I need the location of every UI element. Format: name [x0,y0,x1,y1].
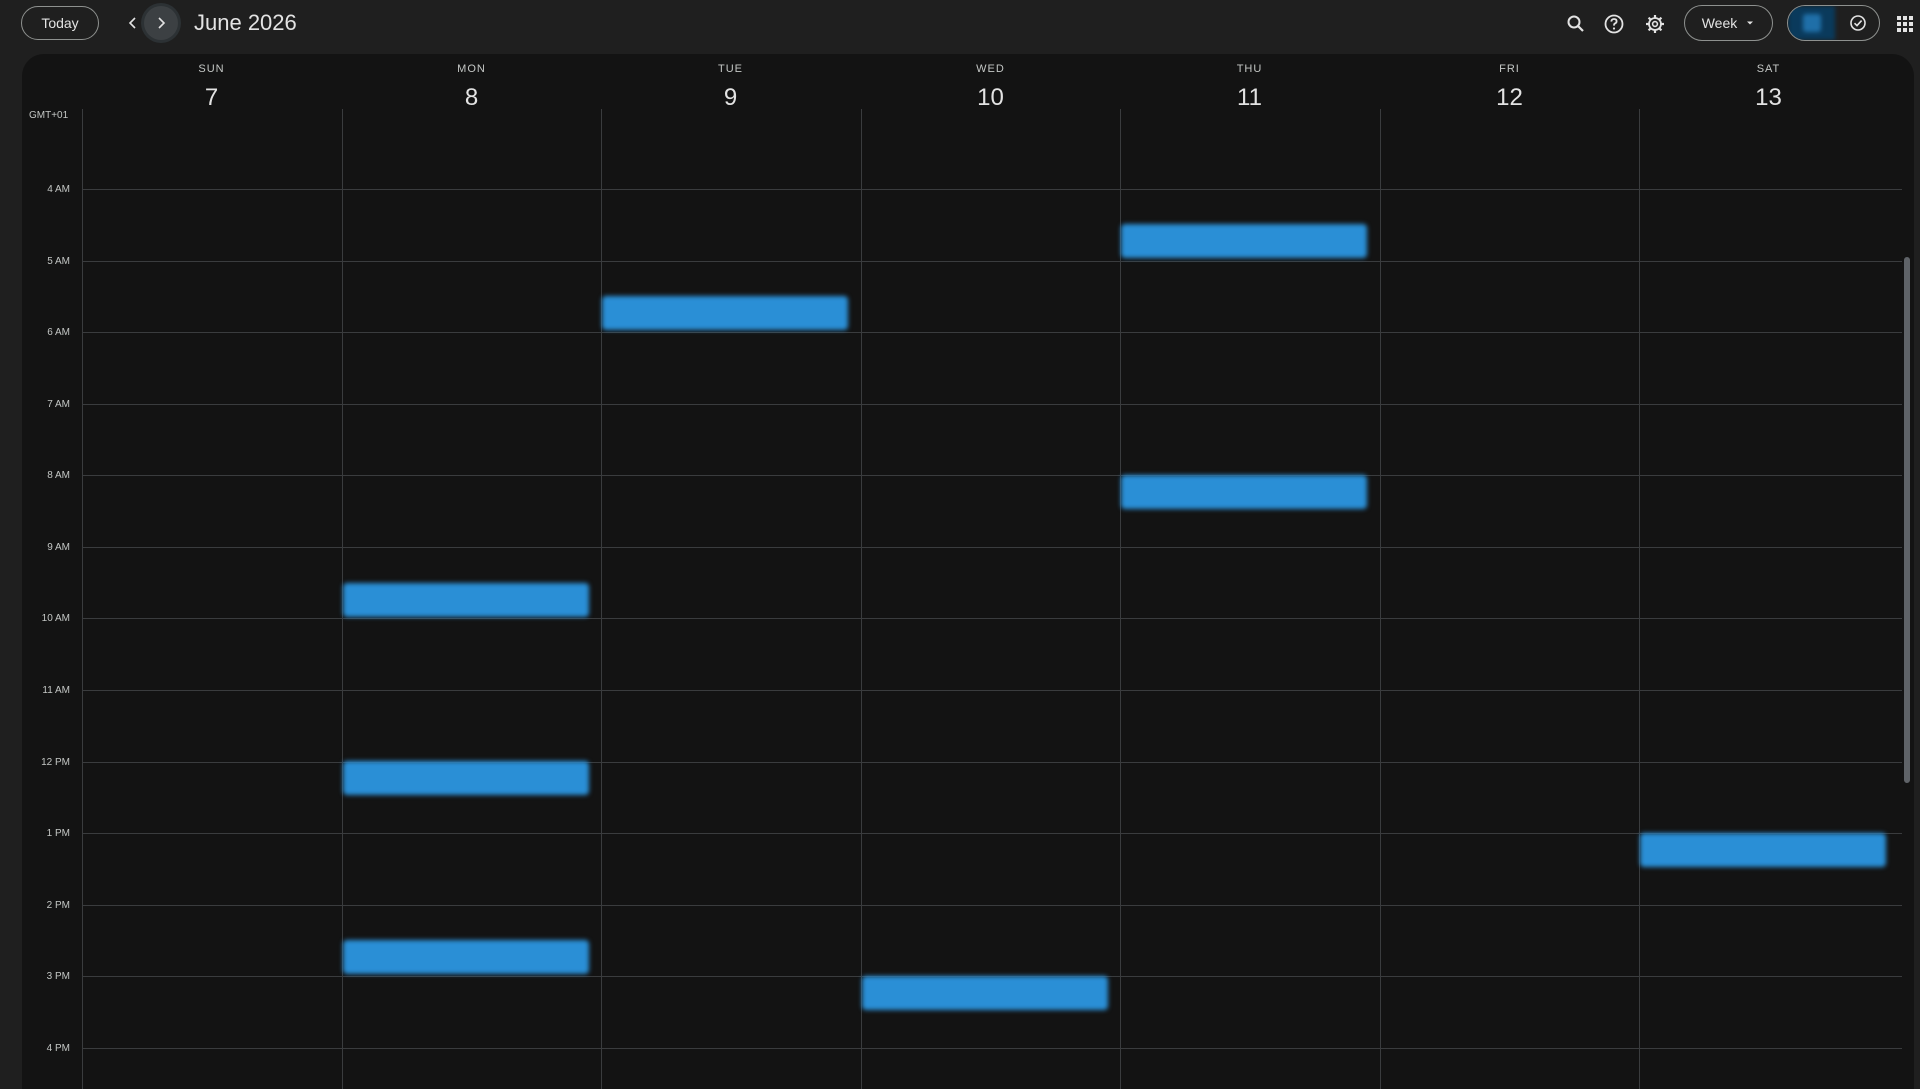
timezone-label: GMT+01 [29,110,69,121]
google-apps-button[interactable] [1887,6,1920,42]
hour-label: 5 AM [47,256,70,267]
day-header-mon[interactable]: MON 8 [342,54,601,114]
calendar-event[interactable] [602,296,848,330]
help-icon [1604,14,1624,34]
hour-label: 8 AM [47,470,70,481]
apps-grid-icon [1897,16,1913,32]
hour-line [82,833,1902,834]
hour-label: 4 AM [47,184,70,195]
day-number[interactable]: 8 [342,84,601,112]
hour-label: 6 AM [47,327,70,338]
hour-label: 3 PM [46,971,70,982]
hour-label: 1 PM [46,828,70,839]
day-name: FRI [1499,63,1520,75]
hour-label: 2 PM [46,900,70,911]
calendar-event[interactable] [343,761,589,795]
day-name: SUN [198,63,225,75]
today-button[interactable]: Today [21,6,99,40]
day-name: WED [976,63,1005,75]
calendar-event[interactable] [862,976,1108,1010]
calendar-view-toggle[interactable] [1788,6,1835,40]
calendar-tasks-toggle [1787,5,1880,41]
day-name: MON [457,63,486,75]
vertical-scrollbar[interactable] [1904,257,1910,783]
chevron-right-icon [158,17,166,29]
day-name: THU [1236,63,1263,75]
day-divider [1639,109,1640,1089]
view-selector-label: Week [1701,15,1738,31]
settings-button[interactable] [1637,6,1673,42]
view-selector[interactable]: Week [1684,5,1773,41]
day-divider [1380,109,1381,1089]
tasks-view-toggle[interactable] [1836,6,1879,40]
caret-down-icon [1747,21,1754,25]
day-divider [601,109,602,1089]
check-circle-icon [1850,15,1866,31]
hour-line [82,189,1902,190]
hour-line [82,690,1902,691]
hour-label: 12 PM [41,757,70,768]
hour-label: 10 AM [41,613,70,624]
day-header-sun[interactable]: SUN 7 [82,54,341,114]
day-number[interactable]: 10 [861,84,1120,112]
day-header-wed[interactable]: WED 10 [861,54,1120,114]
search-icon [1567,15,1584,32]
day-number[interactable]: 12 [1380,84,1639,112]
calendar-event[interactable] [1640,833,1886,867]
hour-line [82,547,1902,548]
day-header-fri[interactable]: FRI 12 [1380,54,1639,114]
day-name: SAT [1756,63,1781,75]
day-number[interactable]: 9 [601,84,860,112]
hour-label: 9 AM [47,542,70,553]
hour-label: 7 AM [47,399,70,410]
help-button[interactable] [1596,6,1632,42]
day-header-sat[interactable]: SAT 13 [1639,54,1898,114]
top-bar: Today June 2026 Week [0,0,1920,46]
current-month-title: June 2026 [194,10,297,35]
search-button[interactable] [1558,6,1594,42]
day-divider [82,109,83,1089]
week-calendar-grid: SUN 7 MON 8 TUE 9 WED 10 THU 11 FRI 12 S… [22,54,1914,1089]
day-header-tue[interactable]: TUE 9 [601,54,860,114]
gear-icon [1646,15,1664,33]
hour-line [82,618,1902,619]
hour-line [82,332,1902,333]
day-number[interactable]: 13 [1639,84,1898,112]
hour-line [82,905,1902,906]
chevron-left-icon [128,17,136,29]
day-number[interactable]: 7 [82,84,341,112]
hour-label: 11 AM [42,685,70,696]
calendar-event[interactable] [343,940,589,974]
hour-line [82,404,1902,405]
hour-line [82,475,1902,476]
calendar-event[interactable] [343,583,589,617]
calendar-event[interactable] [1121,475,1367,509]
hour-line [82,1048,1902,1049]
next-week-button[interactable] [144,6,178,40]
day-name: TUE [718,63,743,75]
day-divider [861,109,862,1089]
day-header-thu[interactable]: THU 11 [1120,54,1379,114]
day-number[interactable]: 11 [1120,84,1379,112]
hour-line [82,261,1902,262]
hour-label: 4 PM [46,1043,70,1054]
calendar-event[interactable] [1121,224,1367,258]
